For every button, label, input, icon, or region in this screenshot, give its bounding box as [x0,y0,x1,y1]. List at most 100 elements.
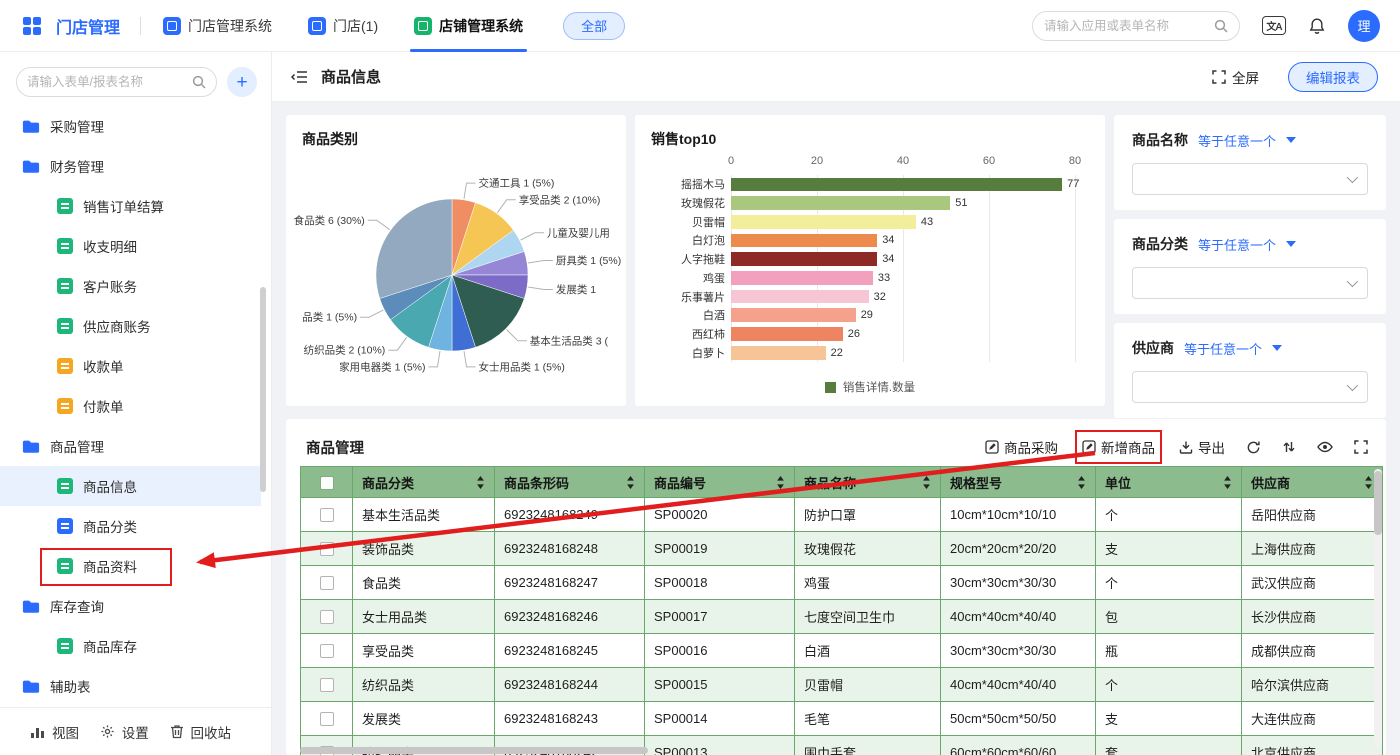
horizontal-scrollbar[interactable] [300,747,1360,754]
column-sort-icon[interactable] [776,476,785,489]
column-header[interactable]: 商品条形码 [495,467,645,498]
column-header[interactable]: 单位 [1096,467,1242,498]
caret-down-icon[interactable] [1286,137,1296,143]
filter-select[interactable] [1132,371,1368,403]
sidebar-item[interactable]: 商品信息 [0,466,261,506]
table-row[interactable]: 女士用品类6923248168246SP00017七度空间卫生巾40cm*40c… [301,600,1383,634]
sidebar-item[interactable]: 销售订单结算 [0,186,261,226]
sidebar-item[interactable]: 商品库存 [0,626,261,666]
recycle-bin-button[interactable]: 回收站 [170,722,232,742]
chart-icon [30,725,45,739]
column-header[interactable]: 供应商 [1242,467,1383,498]
page-title: 商品信息 [321,66,381,87]
sidebar-item[interactable]: 付款单 [0,386,261,426]
table-row[interactable]: 纺织品类6923248168244SP00015贝雷帽40cm*40cm*40/… [301,668,1383,702]
row-checkbox[interactable] [320,610,334,624]
sort-icon[interactable] [1282,440,1296,454]
scrollbar-thumb[interactable] [1374,471,1382,535]
axis-tick-label: 0 [728,155,734,167]
sidebar-search[interactable] [16,67,217,97]
table-fullscreen-icon[interactable] [1354,440,1368,454]
add-product-button[interactable]: 新增商品 [1082,437,1155,457]
sidebar-item[interactable]: 供应商账务 [0,306,261,346]
sidebar-item[interactable]: 采购管理 [0,106,261,146]
sidebar-item[interactable]: 财务管理 [0,146,261,186]
filter-operator[interactable]: 等于任意一个 [1198,235,1276,254]
column-header[interactable]: 商品名称 [795,467,941,498]
language-icon[interactable]: 文A [1262,16,1286,35]
sidebar-item[interactable]: 商品管理 [0,426,261,466]
column-sort-icon[interactable] [922,476,931,489]
bar[interactable] [731,290,869,304]
fullscreen-button[interactable]: 全屏 [1212,67,1259,87]
sidebar-scrollbar[interactable] [260,287,266,492]
add-form-button[interactable]: + [227,67,257,97]
view-button[interactable]: 视图 [30,722,79,742]
table-row[interactable]: 发展类6923248168243SP00014毛笔50cm*50cm*50/50… [301,702,1383,736]
sidebar-item[interactable]: 收支明细 [0,226,261,266]
bar[interactable] [731,346,826,360]
refresh-icon[interactable] [1246,440,1261,455]
column-sort-icon[interactable] [626,476,635,489]
sidebar-item[interactable]: 辅助表 [0,666,261,706]
bar[interactable] [731,252,877,266]
app-tab[interactable]: 门店(1) [308,0,378,52]
bar[interactable] [731,196,950,210]
purchase-button[interactable]: 商品采购 [985,437,1058,457]
sidebar-item[interactable]: 商品资料 [0,546,261,586]
app-tab[interactable]: 店铺管理系统 [414,0,523,52]
bar[interactable] [731,234,877,248]
column-header[interactable]: 商品分类 [353,467,495,498]
filter-select[interactable] [1132,267,1368,299]
edit-report-button[interactable]: 编辑报表 [1288,62,1378,92]
bar[interactable] [731,178,1062,192]
sidebar-item[interactable]: 客户账务 [0,266,261,306]
caret-down-icon[interactable] [1286,241,1296,247]
export-button[interactable]: 导出 [1179,437,1225,457]
settings-button[interactable]: 设置 [100,722,149,742]
visibility-icon[interactable] [1317,441,1333,453]
sidebar-item[interactable]: 库存查询 [0,586,261,626]
row-checkbox[interactable] [320,508,334,522]
all-button[interactable]: 全部 [563,12,625,40]
scrollbar-thumb[interactable] [300,747,648,754]
topbar-search-input[interactable] [1044,19,1214,33]
pie-label: 基本生活品类 3 ( [530,334,609,347]
app-tab[interactable]: 门店管理系统 [163,0,272,52]
sidebar-search-input[interactable] [27,75,192,89]
filter-operator[interactable]: 等于任意一个 [1184,339,1262,358]
select-all-checkbox[interactable] [320,476,334,490]
bar[interactable] [731,215,916,229]
table-row[interactable]: 食品类6923248168247SP00018鸡蛋30cm*30cm*30/30… [301,566,1383,600]
row-checkbox[interactable] [320,712,334,726]
column-sort-icon[interactable] [1223,476,1232,489]
table-row[interactable]: 享受品类6923248168245SP00016白酒30cm*30cm*30/3… [301,634,1383,668]
column-sort-icon[interactable] [476,476,485,489]
sidebar-item-label: 销售订单结算 [83,196,164,216]
collapse-sidebar-icon[interactable] [290,69,308,85]
row-checkbox[interactable] [320,542,334,556]
product-title[interactable]: 门店管理 [56,14,120,38]
column-sort-icon[interactable] [1364,476,1373,489]
avatar[interactable]: 理 [1348,10,1380,42]
sidebar-item[interactable]: 收款单 [0,346,261,386]
table-row[interactable]: 装饰品类6923248168248SP00019玫瑰假花20cm*20cm*20… [301,532,1383,566]
row-checkbox[interactable] [320,644,334,658]
bar[interactable] [731,308,856,322]
caret-down-icon[interactable] [1272,345,1282,351]
column-sort-icon[interactable] [1077,476,1086,489]
table-row[interactable]: 基本生活品类6923248168249SP00020防护口罩10cm*10cm*… [301,498,1383,532]
vertical-scrollbar[interactable] [1374,469,1382,747]
sidebar-item[interactable]: 商品分类 [0,506,261,546]
column-header[interactable]: 商品编号 [645,467,795,498]
column-header[interactable]: 规格型号 [941,467,1096,498]
row-checkbox[interactable] [320,678,334,692]
bell-icon[interactable] [1308,17,1326,35]
topbar-search[interactable] [1032,11,1240,41]
apps-grid-icon[interactable] [22,16,42,36]
bar[interactable] [731,327,843,341]
filter-select[interactable] [1132,163,1368,195]
bar[interactable] [731,271,873,285]
filter-operator[interactable]: 等于任意一个 [1198,131,1276,150]
row-checkbox[interactable] [320,576,334,590]
